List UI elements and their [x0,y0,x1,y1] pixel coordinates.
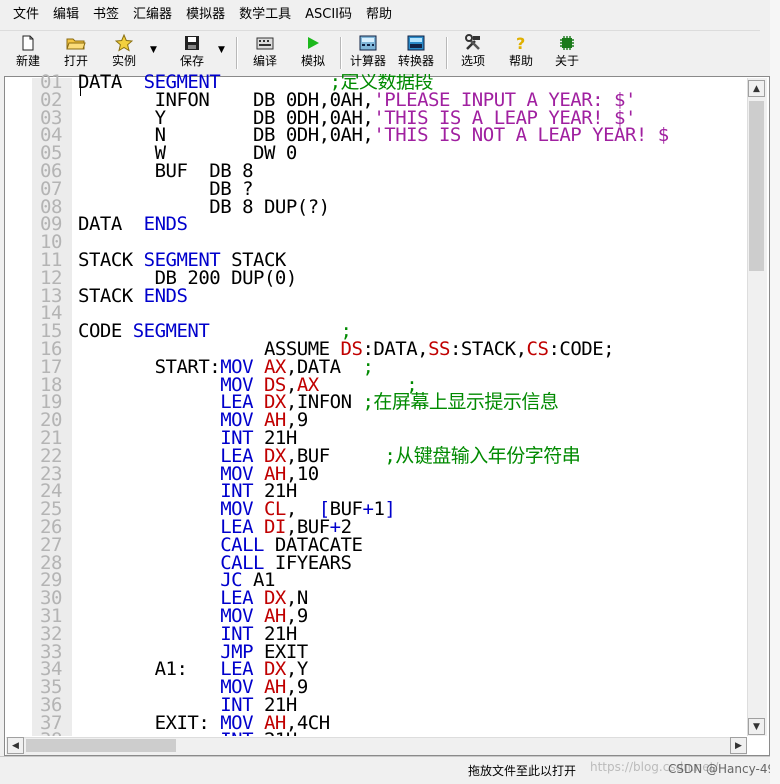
about-button[interactable]: 关于 [552,33,582,73]
examples-button[interactable]: 实例 [108,33,140,73]
help-button[interactable]: ? 帮助 [506,33,536,73]
new-file-icon [17,33,39,53]
text-cursor [80,80,81,96]
toolbar-separator [236,37,238,69]
code-token-code: :CODE; [548,337,615,360]
watermark-author: CSDN @Hancy-49 [668,762,776,776]
floppy-icon [181,33,203,53]
compile-label: 编译 [252,54,277,68]
code-token-reg: CS [526,337,549,360]
code-token-code: 1 [373,498,385,521]
code-token-code: 21H [264,729,297,736]
save-dropdown-icon[interactable]: ▼ [218,45,225,55]
svg-text:?: ? [516,34,525,52]
about-label: 关于 [554,54,579,68]
save-label: 保存 [179,54,204,68]
options-label: 选项 [460,54,485,68]
menu-math-tools[interactable]: 数学工具 [232,0,298,30]
help-label: 帮助 [508,54,533,68]
menu-edit[interactable]: 编辑 [46,0,86,30]
toolbar-separator [340,37,342,69]
scroll-up-icon[interactable]: ▲ [748,80,765,97]
scroll-left-icon[interactable]: ◀ [7,737,24,754]
code-line[interactable]: 09 DATA ENDS [40,213,746,236]
new-label: 新建 [15,54,40,68]
chip-icon [556,33,578,53]
line-number: 38 [40,731,78,736]
converter-button[interactable]: 转换器 [396,33,436,73]
calculator-label: 计算器 [349,54,386,68]
folder-open-icon [65,33,87,53]
status-hint: 拖放文件至此以打开 [468,764,577,778]
examples-dropdown-icon[interactable]: ▼ [150,45,157,55]
new-button[interactable]: 新建 [12,33,44,73]
code-token-kw: ] [384,498,396,521]
code-token-reg: SS [428,337,450,360]
horizontal-scroll-thumb[interactable] [26,739,176,752]
code-token-kw: INT [220,729,264,736]
menu-help[interactable]: 帮助 [359,0,399,30]
play-icon [302,33,324,53]
code-lines[interactable]: 01 DATA SEGMENT ;定义数据段 02 INFON DB 0DH,0AH… [40,74,746,736]
code-token-code: IFYEARS [274,551,352,574]
help-icon: ? [510,33,532,53]
menu-bookmarks[interactable]: 书签 [86,0,126,30]
star-icon [113,33,135,53]
code-token-kw: ENDS [143,213,188,236]
open-button[interactable]: 打开 [60,33,92,73]
converter-label: 转换器 [397,54,434,68]
code-line[interactable]: 13 STACK ENDS [40,284,746,307]
save-button[interactable]: 保存 [176,33,208,73]
converter-icon [405,33,427,53]
code-token-code [78,729,220,736]
code-token-code: STACK [78,284,144,307]
examples-label: 实例 [111,54,136,68]
menu-file[interactable]: 文件 [6,0,46,30]
simulate-label: 模拟 [300,54,325,68]
menu-ascii[interactable]: ASCII码 [298,0,359,30]
code-token-str: 'THIS IS NOT A LEAP YEAR! $ [373,124,669,147]
code-token-kw: ENDS [143,284,188,307]
code-token-cmt: ;在屏幕上显示提示信息 [362,391,559,414]
code-token-code: DATA [78,213,144,236]
toolbar-separator [446,37,448,69]
scroll-right-icon[interactable]: ▶ [730,737,747,754]
code-token-code: :STACK, [449,337,527,360]
calculator-button[interactable]: 计算器 [348,33,388,73]
code-token-kw: + [362,498,374,521]
code-line[interactable]: 38 INT 21H [40,729,746,736]
tools-icon [462,33,484,53]
menu-bar: 文件 编辑 书签 汇编器 模拟器 数学工具 ASCII码 帮助 [0,0,780,30]
menu-assembler[interactable]: 汇编器 [126,0,179,30]
compile-button[interactable]: 编译 [248,33,282,73]
background-window-edge [770,0,780,784]
compile-icon [254,33,276,53]
open-label: 打开 [63,54,88,68]
menu-emulator[interactable]: 模拟器 [179,0,232,30]
code-token-cmt: ;从键盘输入年份字符串 [384,444,581,467]
toolbar: 新建 打开 实例 ▼ 保存 ▼ 编译 模拟 计算器 转换器 选项 ? 帮助 关于 [0,30,760,74]
calculator-icon [357,33,379,53]
scroll-down-icon[interactable]: ▼ [748,718,765,735]
simulate-button[interactable]: 模拟 [298,33,328,73]
vertical-scroll-thumb[interactable] [749,101,764,271]
options-button[interactable]: 选项 [458,33,488,73]
